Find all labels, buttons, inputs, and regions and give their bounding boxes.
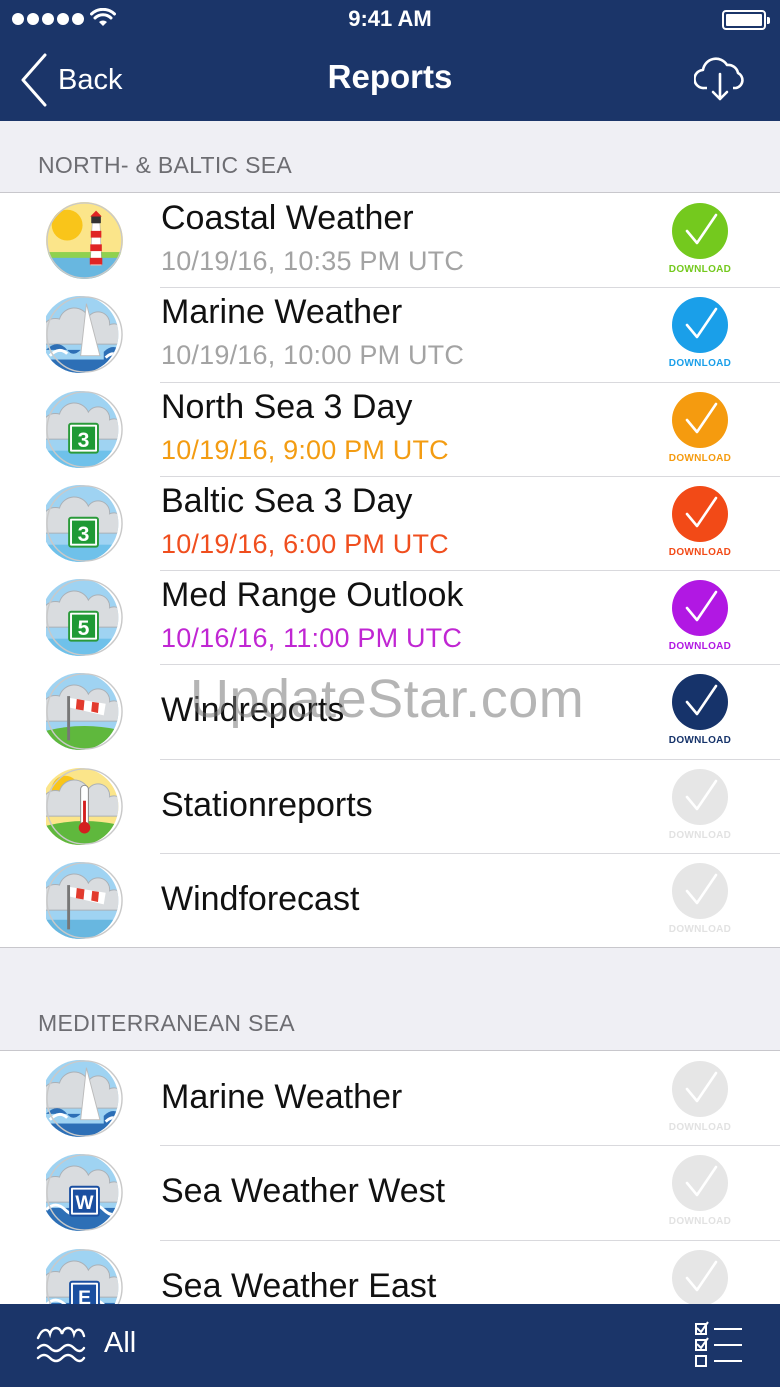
sailboat-waves-icon xyxy=(46,296,123,373)
report-row[interactable]: Stationreports DOWNLOAD xyxy=(0,758,780,853)
thermometer-icon xyxy=(46,768,123,845)
back-label: Back xyxy=(58,63,123,96)
report-title: Windforecast xyxy=(161,880,360,919)
report-row[interactable]: 5 Med Range Outlook 10/16/16, 11:00 PM UTC… xyxy=(0,570,780,664)
download-label: DOWNLOAD xyxy=(668,735,732,747)
download-label: DOWNLOAD xyxy=(668,264,732,275)
download-label: DOWNLOAD xyxy=(668,546,732,558)
bottom-tab-bar: All xyxy=(0,1304,780,1387)
download-label: DOWNLOAD xyxy=(668,452,732,464)
svg-text:3: 3 xyxy=(78,428,90,451)
navigation-bar: Back Reports xyxy=(0,40,780,121)
filter-all-label: All xyxy=(104,1326,137,1359)
report-row[interactable]: 3 Baltic Sea 3 Day 10/19/16, 6:00 PM UTC DO… xyxy=(0,475,780,570)
download-button[interactable]: DOWNLOAD xyxy=(668,1061,732,1137)
chevron-left-icon xyxy=(21,53,47,107)
download-button[interactable]: DOWNLOAD xyxy=(668,580,732,656)
report-title: Sea Weather East xyxy=(161,1266,437,1305)
cloud-download-icon[interactable] xyxy=(694,54,746,104)
report-row[interactable]: W Sea Weather West DOWNLOAD xyxy=(0,1145,780,1239)
svg-text:3: 3 xyxy=(78,523,90,546)
download-button[interactable]: DOWNLOAD xyxy=(668,485,732,562)
report-title: Med Range Outlook xyxy=(161,576,464,615)
report-row[interactable]: Marine Weather 10/19/16, 10:00 PM UTC DOWN… xyxy=(0,287,780,381)
report-title: Baltic Sea 3 Day xyxy=(161,481,413,520)
checklist-icon[interactable] xyxy=(694,1320,744,1370)
report-row[interactable]: Windforecast DOWNLOAD xyxy=(0,853,780,947)
report-timestamp: 10/19/16, 6:00 PM UTC xyxy=(161,528,449,559)
report-title: Marine Weather xyxy=(161,293,403,332)
svg-text:5: 5 xyxy=(78,617,90,640)
report-row[interactable]: Marine Weather DOWNLOAD xyxy=(0,1051,780,1145)
report-timestamp: 10/19/16, 9:00 PM UTC xyxy=(161,434,449,465)
windsock-forecast-icon xyxy=(46,862,123,939)
download-label: DOWNLOAD xyxy=(668,1216,732,1228)
download-label: DOWNLOAD xyxy=(668,1122,732,1133)
section-header-mediterranean: MEDITERRANEAN SEA xyxy=(38,1010,295,1036)
back-button[interactable]: Back xyxy=(20,52,122,108)
download-button[interactable]: DOWNLOAD xyxy=(668,674,732,750)
download-button[interactable]: DOWNLOAD xyxy=(668,391,732,468)
battery-icon xyxy=(722,10,770,30)
report-timestamp: 10/19/16, 10:00 PM UTC xyxy=(161,340,465,371)
report-list-mediterranean: Marine Weather DOWNLOAD W Sea Weather West D… xyxy=(0,1050,780,1335)
lighthouse-sun-icon xyxy=(46,202,123,279)
report-row[interactable]: Windreports DOWNLOAD xyxy=(0,664,780,758)
report-row[interactable]: Coastal Weather 10/19/16, 10:35 PM UTC DOW… xyxy=(0,193,780,287)
report-title: Stationreports xyxy=(161,785,373,824)
download-label: DOWNLOAD xyxy=(668,358,732,370)
waves-icon xyxy=(36,1326,86,1363)
section-header-north-baltic: NORTH- & BALTIC SEA xyxy=(38,152,293,178)
download-button[interactable]: DOWNLOAD xyxy=(668,297,732,373)
download-label: DOWNLOAD xyxy=(668,924,732,936)
report-title: Coastal Weather xyxy=(161,199,414,237)
download-label: DOWNLOAD xyxy=(668,829,732,841)
report-row[interactable]: 3 North Sea 3 Day 10/19/16, 9:00 PM UTC DOW… xyxy=(0,381,780,476)
status-bar: 9:41 AM xyxy=(0,0,780,40)
report-timestamp: 10/19/16, 10:35 PM UTC xyxy=(161,246,465,276)
download-button[interactable]: DOWNLOAD xyxy=(668,1155,732,1231)
forecast-3-day-icon: 3 xyxy=(46,391,123,468)
top-bar: 9:41 AM Back Reports xyxy=(0,0,780,121)
status-time: 9:41 AM xyxy=(348,6,432,31)
download-button[interactable]: DOWNLOAD xyxy=(668,203,732,279)
filter-all-button[interactable]: All xyxy=(36,1322,136,1364)
report-list-north-baltic: Coastal Weather 10/19/16, 10:35 PM UTC DOW… xyxy=(0,192,780,949)
forecast-3-day-icon: 3 xyxy=(46,485,123,562)
report-timestamp: 10/16/16, 11:00 PM UTC xyxy=(161,623,463,654)
forecast-5-day-icon: 5 xyxy=(46,579,123,656)
download-button[interactable]: DOWNLOAD xyxy=(668,863,732,939)
report-title: Windreports xyxy=(161,691,345,730)
svg-text:W: W xyxy=(75,1193,94,1214)
report-title: Sea Weather West xyxy=(161,1172,446,1211)
report-title: North Sea 3 Day xyxy=(161,387,413,426)
report-title: Marine Weather xyxy=(161,1078,403,1116)
download-button[interactable]: DOWNLOAD xyxy=(668,768,732,845)
sea-weather-west-icon: W xyxy=(46,1154,123,1231)
windsock-icon xyxy=(46,673,123,750)
sailboat-waves-icon xyxy=(46,1060,123,1137)
download-label: DOWNLOAD xyxy=(668,641,732,653)
